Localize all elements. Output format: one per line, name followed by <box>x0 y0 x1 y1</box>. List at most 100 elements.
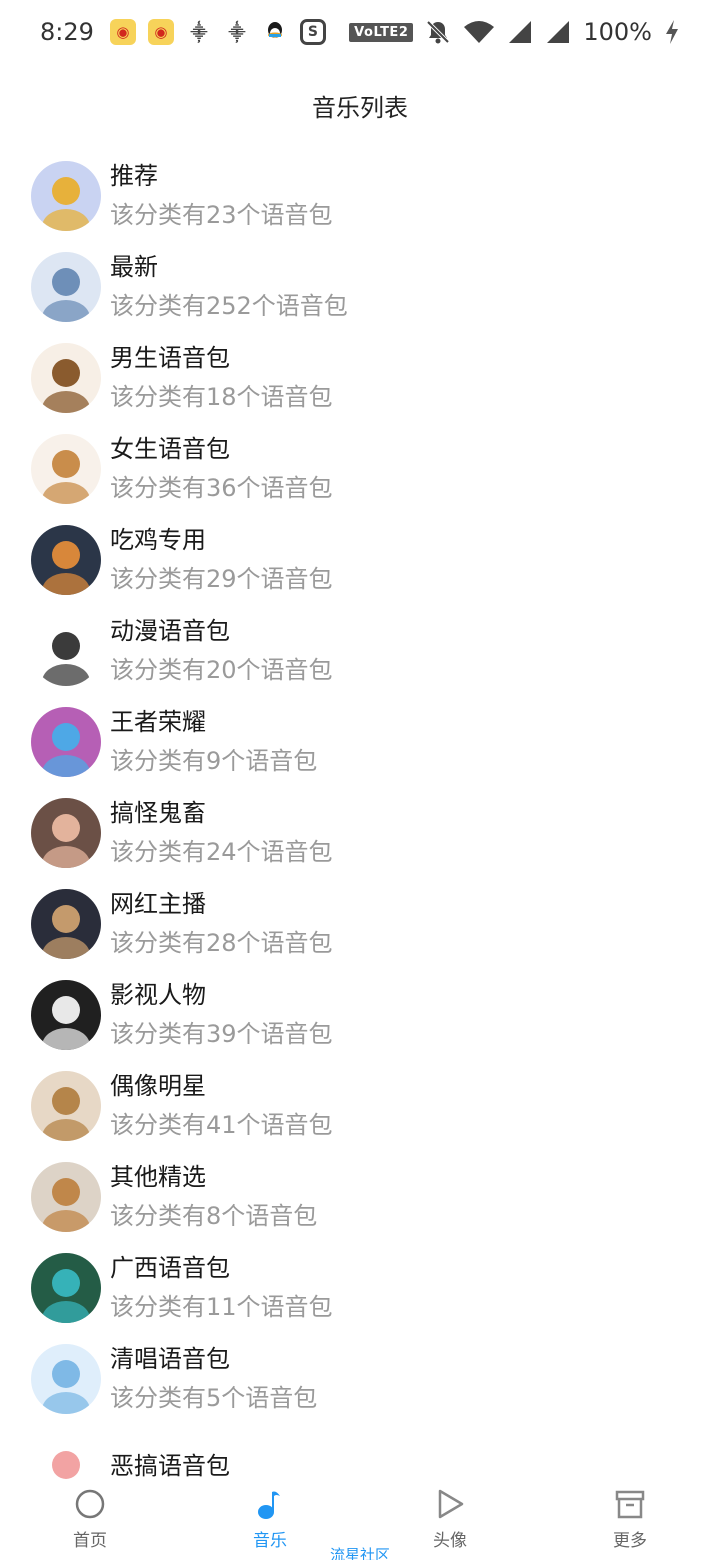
category-name: 清唱语音包 <box>110 1344 230 1373</box>
item-text: 最新 该分类有252个语音包 <box>110 252 348 322</box>
volte-badge: VoLTE2 <box>349 22 414 42</box>
item-text: 影视人物 该分类有39个语音包 <box>110 980 333 1050</box>
item-text: 王者荣耀 该分类有9个语音包 <box>110 707 317 777</box>
item-text: 吃鸡专用 该分类有29个语音包 <box>110 525 333 595</box>
category-name: 女生语音包 <box>110 434 230 463</box>
app-notification-icon: ⸎ <box>228 23 246 42</box>
item-text: 搞怪鬼畜 该分类有24个语音包 <box>110 798 333 868</box>
list-item[interactable]: 网红主播 该分类有28个语音包 <box>0 878 720 969</box>
category-avatar <box>31 797 101 868</box>
nav-more-label: 更多 <box>613 1531 647 1551</box>
category-count: 该分类有5个语音包 <box>110 1383 318 1412</box>
music-note-icon <box>254 1488 286 1524</box>
category-name: 网红主播 <box>110 889 206 918</box>
nav-home-label: 首页 <box>73 1531 107 1551</box>
list-item[interactable]: 最新 该分类有252个语音包 <box>0 241 720 332</box>
weibo-icon: ◉ <box>147 19 174 45</box>
list-item[interactable]: 搞怪鬼畜 该分类有24个语音包 <box>0 787 720 878</box>
status-bar: 8:29 ◉ ◉ ⸎ ⸎ S VoLTE2 100% <box>0 0 720 64</box>
item-text: 广西语音包 该分类有11个语音包 <box>110 1253 333 1323</box>
category-name: 影视人物 <box>110 980 206 1009</box>
list-item[interactable]: 其他精选 该分类有8个语音包 <box>0 1151 720 1242</box>
item-text: 清唱语音包 该分类有5个语音包 <box>110 1344 317 1414</box>
list-item[interactable]: 广西语音包 该分类有11个语音包 <box>0 1242 720 1333</box>
category-count: 该分类有24个语音包 <box>110 837 333 866</box>
category-avatar <box>31 251 101 322</box>
category-count: 该分类有29个语音包 <box>110 564 333 593</box>
item-text: 女生语音包 该分类有36个语音包 <box>110 434 333 504</box>
app-notification-icon: ⸎ <box>190 23 208 42</box>
category-name: 广西语音包 <box>110 1253 230 1282</box>
category-avatar <box>31 888 101 959</box>
item-text: 动漫语音包 该分类有20个语音包 <box>110 616 333 686</box>
charging-icon <box>664 19 680 45</box>
item-text: 男生语音包 该分类有18个语音包 <box>110 343 333 413</box>
category-avatar <box>31 524 101 595</box>
category-avatar <box>31 433 101 504</box>
category-count: 该分类有9个语音包 <box>110 746 318 775</box>
category-name: 偶像明星 <box>110 1071 206 1100</box>
category-avatar <box>31 706 101 777</box>
bell-muted-icon <box>425 19 451 45</box>
page-title: 音乐列表 <box>312 94 408 122</box>
category-count: 该分类有41个语音包 <box>110 1110 333 1139</box>
category-name: 恶搞语音包 <box>110 1451 230 1480</box>
list-item[interactable]: 男生语音包 该分类有18个语音包 <box>0 332 720 423</box>
category-avatar <box>31 1161 101 1232</box>
nav-music-label: 音乐 <box>253 1531 287 1551</box>
nav-home[interactable]: 首页 <box>40 1488 140 1551</box>
category-list: 推荐 该分类有23个语音包 最新 该分类有252个语音包 男生语音包 该分类有1… <box>0 150 720 1515</box>
category-avatar <box>31 160 101 231</box>
category-name: 男生语音包 <box>110 343 230 372</box>
play-icon <box>434 1488 466 1524</box>
item-text: 偶像明星 该分类有41个语音包 <box>110 1071 333 1141</box>
archive-box-icon <box>614 1488 646 1524</box>
list-item[interactable]: 王者荣耀 该分类有9个语音包 <box>0 696 720 787</box>
bottom-nav: 首页 音乐 头像 更多 流星社区 <box>0 1480 720 1560</box>
category-count: 该分类有39个语音包 <box>110 1019 333 1048</box>
category-count: 该分类有20个语音包 <box>110 655 333 684</box>
screen: 8:29 ◉ ◉ ⸎ ⸎ S VoLTE2 100% 音乐列表 推荐 该分类有2… <box>0 0 720 1560</box>
list-item[interactable]: 吃鸡专用 该分类有29个语音包 <box>0 514 720 605</box>
nav-avatar[interactable]: 头像 <box>400 1488 500 1551</box>
category-count: 该分类有36个语音包 <box>110 473 333 502</box>
notification-icons: ◉ ◉ ⸎ ⸎ S <box>109 19 326 45</box>
nav-more[interactable]: 更多 <box>580 1488 680 1551</box>
list-item[interactable]: 影视人物 该分类有39个语音包 <box>0 969 720 1060</box>
list-item[interactable]: 清唱语音包 该分类有5个语音包 <box>0 1333 720 1424</box>
category-name: 王者荣耀 <box>110 707 206 736</box>
nav-avatar-label: 头像 <box>433 1531 467 1551</box>
category-name: 推荐 <box>110 161 158 190</box>
category-count: 该分类有18个语音包 <box>110 382 333 411</box>
category-name: 动漫语音包 <box>110 616 230 645</box>
list-item[interactable]: 偶像明星 该分类有41个语音包 <box>0 1060 720 1151</box>
list-item[interactable]: 女生语音包 该分类有36个语音包 <box>0 423 720 514</box>
category-count: 该分类有28个语音包 <box>110 928 333 957</box>
category-avatar <box>31 979 101 1050</box>
category-name: 吃鸡专用 <box>110 525 206 554</box>
sogou-icon: S <box>299 19 326 45</box>
category-count: 该分类有252个语音包 <box>110 291 348 320</box>
category-count: 该分类有23个语音包 <box>110 200 333 229</box>
nav-music[interactable]: 音乐 <box>220 1488 320 1551</box>
signal-icon <box>545 19 571 45</box>
list-item[interactable]: 动漫语音包 该分类有20个语音包 <box>0 605 720 696</box>
category-avatar <box>31 1252 101 1323</box>
watermark: 流星社区 <box>329 1546 390 1560</box>
weibo-icon: ◉ <box>109 19 136 45</box>
category-name: 搞怪鬼畜 <box>110 798 206 827</box>
category-count: 该分类有11个语音包 <box>110 1292 333 1321</box>
item-text: 推荐 该分类有23个语音包 <box>110 161 333 231</box>
status-time: 8:29 <box>40 18 94 46</box>
category-avatar <box>31 342 101 413</box>
category-name: 最新 <box>110 252 158 281</box>
item-text: 其他精选 该分类有8个语音包 <box>110 1162 317 1232</box>
list-item[interactable]: 推荐 该分类有23个语音包 <box>0 150 720 241</box>
category-name: 其他精选 <box>110 1162 206 1191</box>
status-right: VoLTE2 100% <box>349 18 680 46</box>
category-avatar <box>31 1070 101 1141</box>
battery-level: 100% <box>583 18 652 46</box>
circle-icon <box>74 1488 106 1524</box>
qq-icon <box>262 19 288 45</box>
item-text: 网红主播 该分类有28个语音包 <box>110 889 333 959</box>
